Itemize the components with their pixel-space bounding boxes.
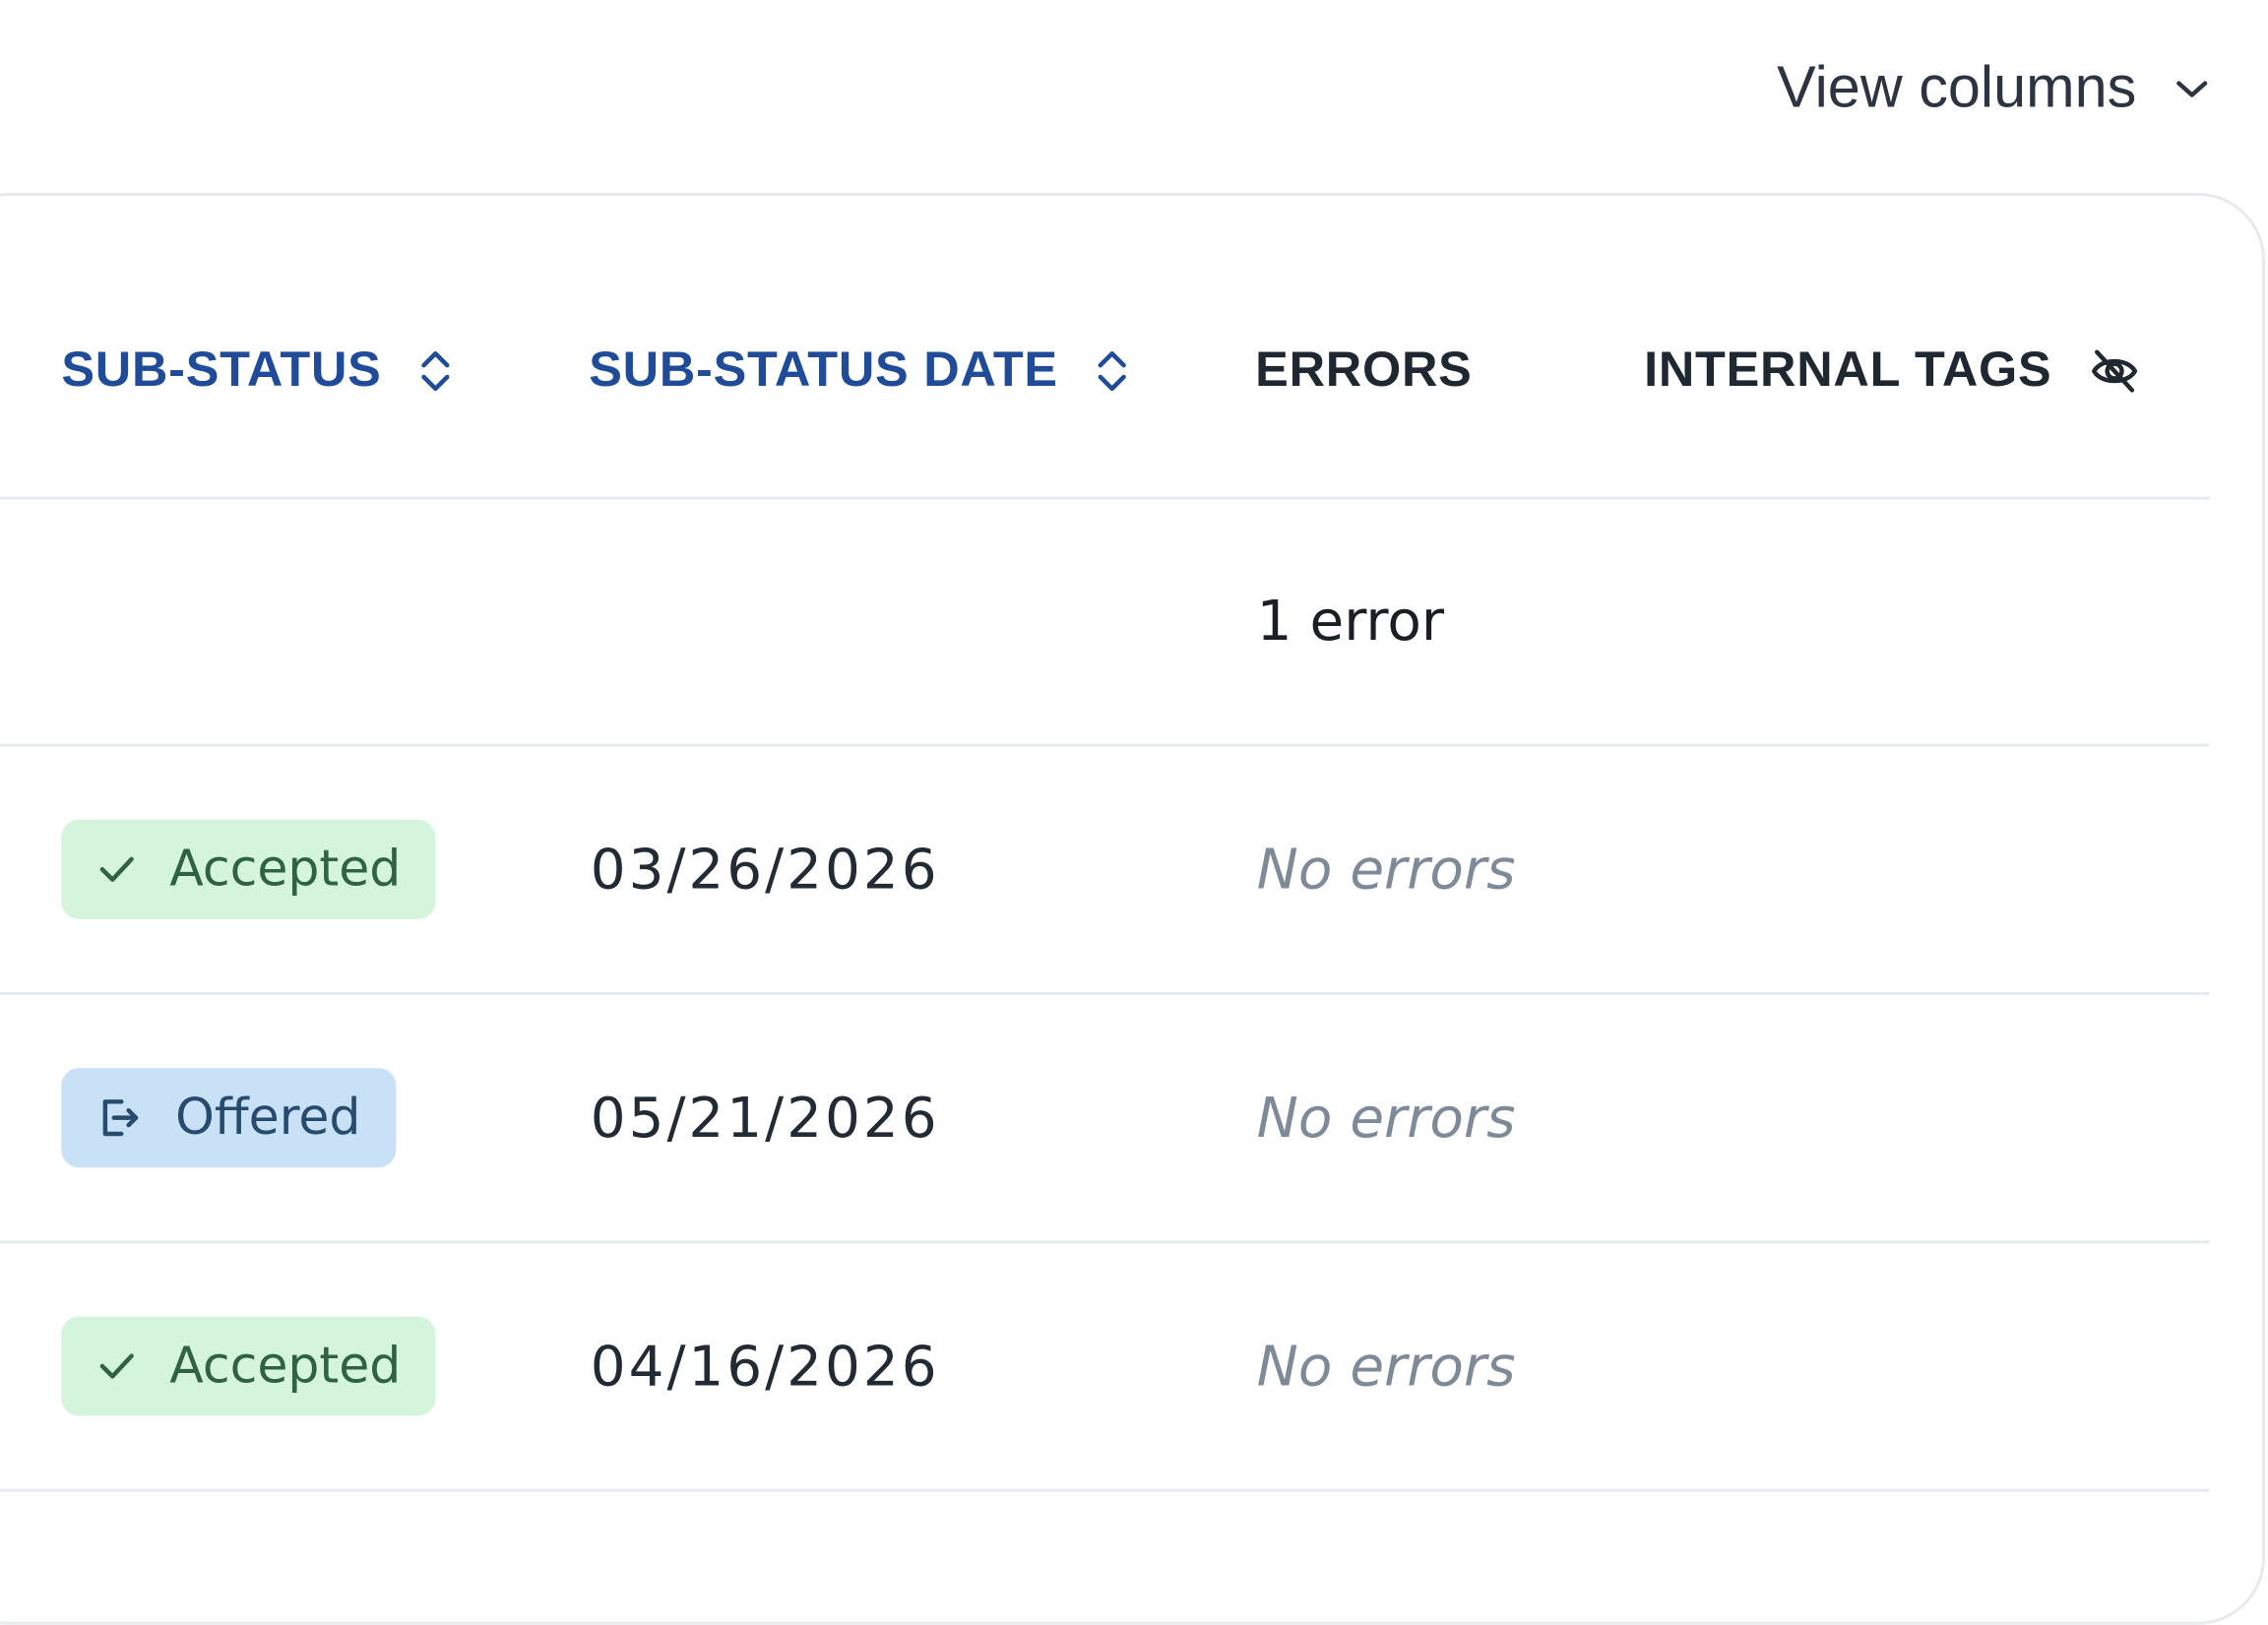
- column-header-label: SUB-STATUS DATE: [589, 342, 1058, 398]
- sub-status-date-cell: 05/21/2026: [590, 1085, 940, 1151]
- status-badge-label: Accepted: [169, 1337, 402, 1396]
- column-header-errors: ERRORS: [1255, 342, 1472, 399]
- table-row[interactable]: Accepted 04/16/2026 No errors: [0, 1243, 2210, 1492]
- column-header-label: ERRORS: [1255, 342, 1473, 398]
- status-badge-label: Accepted: [169, 840, 402, 899]
- status-badge-offered[interactable]: Offered: [61, 1068, 397, 1168]
- table-row[interactable]: Offered 05/21/2026 No errors: [0, 995, 2210, 1244]
- status-badge-accepted[interactable]: Accepted: [61, 1316, 436, 1416]
- errors-cell[interactable]: 1 error: [1257, 498, 1444, 743]
- errors-cell: No errors: [1256, 837, 1516, 902]
- sort-icon[interactable]: [419, 347, 452, 395]
- column-header-label: INTERNAL TAGS: [1644, 342, 2052, 398]
- table-view: View columns SUB-STATUS SUB-STATUS DATE: [0, 0, 2268, 1625]
- table-row[interactable]: Accepted 03/26/2026 No errors: [0, 747, 2210, 995]
- check-icon: [96, 1348, 138, 1384]
- errors-cell: No errors: [1256, 1334, 1516, 1399]
- table-row[interactable]: 1 error: [0, 498, 2210, 747]
- column-header-internal-tags: INTERNAL TAGS: [1644, 342, 2139, 399]
- chevron-down-icon: [2174, 77, 2210, 100]
- view-columns-label: View columns: [1777, 55, 2137, 120]
- status-badge-label: Offered: [175, 1088, 361, 1148]
- table-header-row: SUB-STATUS SUB-STATUS DATE ERRORS INTERN…: [0, 196, 2210, 500]
- sub-status-date-cell: 03/26/2026: [590, 837, 940, 902]
- errors-cell: No errors: [1256, 1085, 1516, 1151]
- status-badge-accepted[interactable]: Accepted: [61, 819, 436, 919]
- column-header-sub-status-date[interactable]: SUB-STATUS DATE: [589, 342, 1128, 399]
- eye-off-icon[interactable]: [2090, 345, 2139, 395]
- sort-icon[interactable]: [1096, 347, 1128, 395]
- column-header-label: SUB-STATUS: [61, 342, 382, 398]
- exit-door-icon: [96, 1094, 144, 1142]
- view-columns-button[interactable]: View columns: [1777, 55, 2209, 121]
- sub-status-date-cell: 04/16/2026: [590, 1334, 940, 1399]
- check-icon: [96, 851, 138, 887]
- column-header-sub-status[interactable]: SUB-STATUS: [61, 342, 451, 399]
